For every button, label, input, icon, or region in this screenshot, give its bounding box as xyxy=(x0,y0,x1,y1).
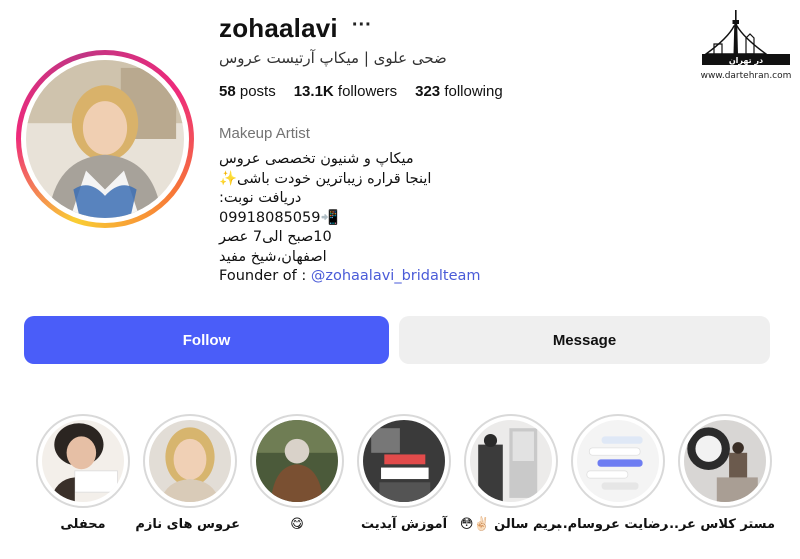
highlight-cover xyxy=(42,420,124,502)
bio-line: میکاپ و شنیون تخصصی عروس xyxy=(219,151,414,167)
bio-line: اصفهان،شیخ مفید xyxy=(219,248,327,265)
profile-avatar-ring[interactable] xyxy=(16,50,194,228)
highlight-cover xyxy=(363,420,445,502)
highlight-label: بریم سالن ✌🏻😳 xyxy=(459,517,561,532)
following-label: following xyxy=(444,83,503,100)
highlight-item[interactable]: رضایت عروسام... xyxy=(552,414,668,532)
highlight-cover xyxy=(577,420,659,502)
highlight-label: عروس های نازم xyxy=(135,517,240,532)
highlight-cover xyxy=(470,420,552,502)
avatar-gap xyxy=(21,55,189,223)
follow-button[interactable]: Follow xyxy=(24,316,389,364)
avatar xyxy=(26,60,184,218)
highlight-ring xyxy=(36,414,130,508)
highlight-label: مستر کلاس عر... xyxy=(664,517,775,532)
profile-bio: میکاپ و شنیون تخصصی عروس اینجا قراره زیب… xyxy=(219,150,481,287)
profile-category: Makeup Artist xyxy=(219,125,310,142)
watermark-logo: در تهران www.dartehran.com xyxy=(700,8,792,82)
followers-label: followers xyxy=(337,83,398,100)
bio-phone: 09918085059📲 xyxy=(219,209,339,226)
highlight-item[interactable]: محفلی xyxy=(33,414,133,532)
posts-label: posts xyxy=(239,83,276,100)
founder-prefix: Founder of : xyxy=(219,268,311,284)
highlight-ring xyxy=(571,414,665,508)
followers-stat[interactable]: 13.1K followers xyxy=(294,83,397,100)
following-stat[interactable]: 323 following xyxy=(415,83,503,100)
full-name: ضحی علوی | میکاپ آرتیست عروس xyxy=(219,49,447,67)
posts-stat: 58 posts xyxy=(219,83,276,100)
highlight-label: رضایت عروسام... xyxy=(552,517,668,532)
founder-link[interactable]: @zohaalavi_bridalteam xyxy=(311,268,481,284)
highlight-ring xyxy=(464,414,558,508)
bio-line: دریافت نوبت: xyxy=(219,190,302,206)
highlight-cover xyxy=(256,420,338,502)
highlight-ring xyxy=(678,414,772,508)
highlight-cover xyxy=(684,420,766,502)
highlight-item[interactable]: آموزش آیدیت xyxy=(354,414,454,532)
highlight-item[interactable]: مستر کلاس عر... xyxy=(664,414,775,532)
highlight-item[interactable]: 😋 xyxy=(247,414,347,532)
watermark-url: www.dartehran.com xyxy=(700,71,792,81)
posts-count: 58 xyxy=(219,83,236,100)
followers-count: 13.1K xyxy=(293,83,334,100)
username-row: zohaalavi ··· xyxy=(219,13,372,44)
highlight-label: آموزش آیدیت xyxy=(360,517,448,532)
username: zohaalavi xyxy=(219,13,338,43)
watermark-brand: در تهران xyxy=(729,56,763,65)
highlight-item[interactable]: عروس های نازم xyxy=(135,414,240,532)
highlight-label: 😋 xyxy=(290,517,304,532)
highlight-ring xyxy=(143,414,237,508)
tower-icon: در تهران xyxy=(702,10,790,65)
bio-line: 10صبح الی7 عصر xyxy=(219,229,332,245)
more-options-icon[interactable]: ··· xyxy=(352,14,372,37)
highlight-label: محفلی xyxy=(60,517,106,532)
highlight-ring xyxy=(357,414,451,508)
highlight-item[interactable]: بریم سالن ✌🏻😳 xyxy=(459,414,561,532)
highlight-ring xyxy=(250,414,344,508)
profile-stats: 58 posts 13.1K followers 323 following xyxy=(219,83,503,100)
message-button[interactable]: Message xyxy=(399,316,770,364)
avatar-photo xyxy=(26,60,184,218)
bio-line: اینجا قراره زیباترین خودت باشی✨ xyxy=(219,170,432,187)
highlight-cover xyxy=(149,420,231,502)
following-count: 323 xyxy=(415,83,441,100)
story-highlights: مستر کلاس عر... رضایت عروسام... بریم سال… xyxy=(0,414,800,554)
